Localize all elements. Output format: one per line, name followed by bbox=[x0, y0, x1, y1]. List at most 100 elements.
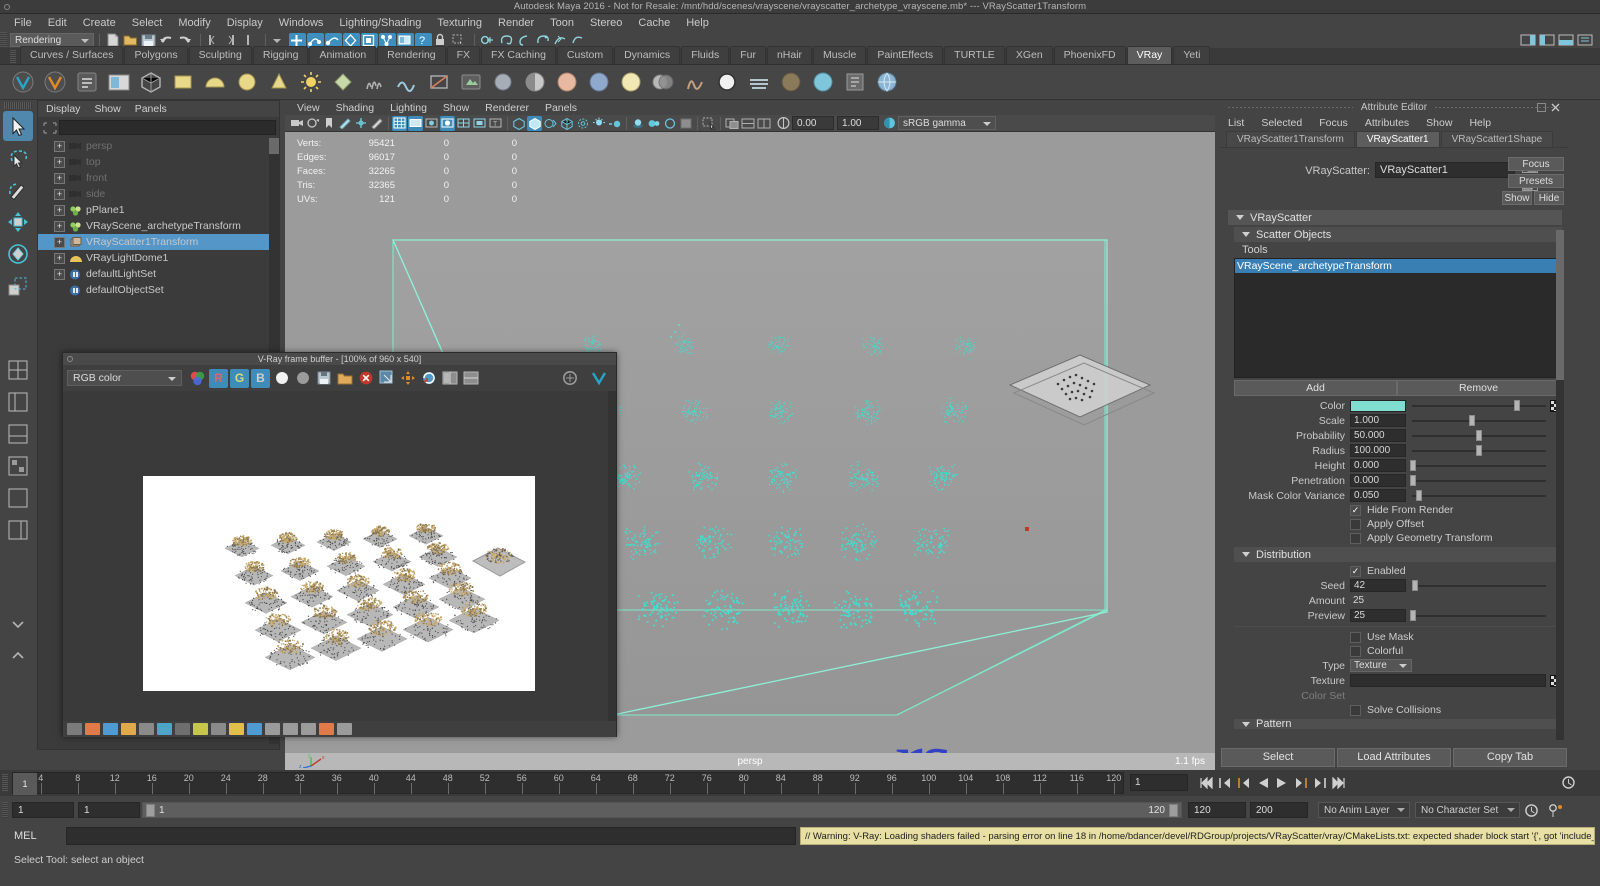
checkbox-apply-geometry-transform[interactable] bbox=[1350, 532, 1361, 544]
outliner-item-vraylightdome1[interactable]: + VRayLightDome1 bbox=[38, 250, 279, 266]
vfb-channel-selector[interactable]: RGB color bbox=[67, 370, 182, 386]
alpha-white-icon[interactable] bbox=[272, 369, 291, 388]
slider-handle[interactable] bbox=[1410, 475, 1417, 486]
ae-button-load-attributes[interactable]: Load Attributes bbox=[1337, 747, 1451, 767]
green-channel-icon[interactable]: G bbox=[230, 368, 249, 388]
vray-samplerinfo-icon[interactable] bbox=[840, 67, 870, 97]
attr-field-penetration[interactable]: 0.000 bbox=[1350, 474, 1406, 487]
outliner-menu-display[interactable]: Display bbox=[46, 103, 80, 115]
attribute-editor-menu-help[interactable]: Help bbox=[1469, 117, 1491, 129]
exposure-value-field[interactable]: 0.00 bbox=[792, 116, 834, 130]
lighting-default-icon[interactable] bbox=[591, 116, 606, 131]
viewport-image-plane-icon[interactable] bbox=[337, 116, 352, 131]
shelf-tab-fx[interactable]: FX bbox=[446, 46, 481, 64]
dist-slider-preview[interactable] bbox=[1410, 609, 1546, 622]
viewport-grid-toggle-icon[interactable] bbox=[392, 115, 407, 131]
menu-item-modify[interactable]: Modify bbox=[170, 16, 218, 30]
vfb-scrollbar[interactable] bbox=[608, 391, 616, 721]
outliner-item-vrayscatter1transform[interactable]: + VRayScatter1Transform bbox=[38, 234, 279, 250]
vray-light-rect-icon[interactable] bbox=[168, 67, 198, 97]
attr-slider-color[interactable] bbox=[1412, 399, 1546, 412]
section-scatter-objects[interactable]: Scatter Objects bbox=[1234, 227, 1562, 242]
outliner-search-input[interactable] bbox=[59, 120, 276, 135]
outliner-item-front[interactable]: + front bbox=[38, 170, 279, 186]
menu-item-edit[interactable]: Edit bbox=[40, 16, 75, 30]
shelf-tab-yeti[interactable]: Yeti bbox=[1173, 46, 1211, 64]
vray-carpaint-icon[interactable] bbox=[584, 67, 614, 97]
focus-button[interactable]: Focus bbox=[1508, 157, 1564, 171]
viewport-menu-lighting[interactable]: Lighting bbox=[390, 102, 427, 114]
node-name-field[interactable]: VRayScatter1 bbox=[1375, 162, 1515, 178]
go-to-start-icon[interactable] bbox=[1196, 774, 1215, 791]
attr-slider-probability[interactable] bbox=[1412, 429, 1546, 442]
range-slider-grip[interactable] bbox=[2, 802, 8, 818]
shading-xray-icon[interactable] bbox=[575, 116, 590, 131]
lasso-tool-button[interactable] bbox=[3, 143, 33, 173]
menu-item-windows[interactable]: Windows bbox=[271, 16, 332, 30]
viewport-bookmark-icon[interactable] bbox=[321, 116, 336, 131]
sidebar-toggle-1-icon[interactable] bbox=[1520, 33, 1537, 48]
close-panel-button[interactable] bbox=[1551, 103, 1560, 112]
menu-item-toon[interactable]: Toon bbox=[542, 16, 582, 30]
region-render-icon[interactable] bbox=[377, 369, 396, 388]
attr-slider-radius[interactable] bbox=[1412, 444, 1546, 457]
menu-item-lighting-shading[interactable]: Lighting/Shading bbox=[331, 16, 429, 30]
hypershade-layout-button[interactable] bbox=[3, 451, 33, 481]
play-backwards-icon[interactable] bbox=[1253, 774, 1272, 791]
slider-handle[interactable] bbox=[1415, 490, 1422, 501]
character-set-selector[interactable]: No Character Set bbox=[1415, 802, 1520, 818]
expand-toggle-icon[interactable]: + bbox=[54, 268, 65, 280]
slider-handle[interactable] bbox=[1476, 430, 1482, 441]
attr-slider-scale[interactable] bbox=[1412, 414, 1546, 427]
lens-effects-icon[interactable] bbox=[211, 723, 226, 735]
range-slider-left-handle[interactable] bbox=[146, 803, 155, 817]
shelf-tab-fluids[interactable]: Fluids bbox=[681, 46, 730, 64]
stamp-icon[interactable] bbox=[337, 723, 352, 735]
vray-proxy-icon[interactable] bbox=[136, 67, 166, 97]
shading-smooth-icon[interactable] bbox=[527, 115, 542, 131]
shelf-tab-dynamics[interactable]: Dynamics bbox=[614, 46, 681, 64]
outliner-filter-icon[interactable] bbox=[41, 120, 59, 135]
gamma-label-icon[interactable] bbox=[756, 116, 771, 131]
expand-toggle-icon[interactable]: + bbox=[54, 172, 65, 184]
slider-handle[interactable] bbox=[1513, 400, 1520, 411]
current-frame-field[interactable]: 1 bbox=[1130, 774, 1188, 791]
shading-smooth-shade-all-icon[interactable] bbox=[559, 116, 574, 131]
vray-clipper-icon[interactable] bbox=[424, 67, 454, 97]
ambient-occlusion-icon[interactable] bbox=[646, 116, 661, 131]
attribute-editor-menu-attributes[interactable]: Attributes bbox=[1365, 117, 1409, 129]
shelf-tab-curves-surfaces[interactable]: Curves / Surfaces bbox=[20, 46, 124, 64]
attribute-editor-toggle-icon[interactable] bbox=[1577, 33, 1594, 48]
vray-light-sphere-icon[interactable] bbox=[232, 67, 262, 97]
icc-icon[interactable] bbox=[193, 723, 208, 735]
vfb-window-menu-icon[interactable] bbox=[67, 356, 73, 362]
color-channel-icon[interactable] bbox=[188, 369, 207, 388]
lighting-all-icon[interactable] bbox=[607, 116, 622, 131]
vfb-render-canvas[interactable] bbox=[63, 391, 616, 721]
animation-preferences-icon[interactable] bbox=[1561, 775, 1576, 793]
shelf-tab-fx-caching[interactable]: FX Caching bbox=[481, 46, 556, 64]
color-management-icon[interactable] bbox=[882, 116, 897, 131]
play-forwards-icon[interactable] bbox=[1272, 774, 1291, 791]
command-input-field[interactable] bbox=[66, 827, 796, 845]
viewport-film-gate-icon[interactable] bbox=[408, 115, 423, 131]
paint-select-tool-button[interactable] bbox=[3, 175, 33, 205]
attribute-tab-vrayscatter1shape[interactable]: VRayScatter1Shape bbox=[1440, 131, 1554, 147]
outliner-item-vrayscene-archetypetransform[interactable]: + VRayScene_archetypeTransform bbox=[38, 218, 279, 234]
view-clamped-icon[interactable] bbox=[103, 723, 118, 735]
presets-button[interactable]: Presets bbox=[1508, 174, 1564, 188]
outliner-menu-panels[interactable]: Panels bbox=[135, 103, 167, 115]
shelf-tab-rendering[interactable]: Rendering bbox=[377, 46, 446, 64]
attribute-tab-vrayscatter1transform[interactable]: VRayScatter1Transform bbox=[1226, 131, 1355, 147]
track-mouse-icon[interactable] bbox=[398, 369, 417, 388]
color-balance-icon[interactable] bbox=[319, 723, 334, 735]
attribute-editor-menu-focus[interactable]: Focus bbox=[1319, 117, 1348, 129]
vray-environment-icon[interactable] bbox=[872, 67, 902, 97]
animation-end-time-field[interactable]: 200 bbox=[1250, 802, 1308, 818]
shelf-tab-vray[interactable]: VRay bbox=[1126, 46, 1173, 64]
viewport-camera-icon[interactable] bbox=[289, 116, 304, 131]
dist-slider-seed[interactable] bbox=[1411, 579, 1546, 592]
gamma-value-field[interactable]: 1.00 bbox=[837, 116, 879, 130]
step-forward-key-icon[interactable] bbox=[1291, 774, 1310, 791]
toolbox-grip[interactable] bbox=[4, 102, 32, 109]
